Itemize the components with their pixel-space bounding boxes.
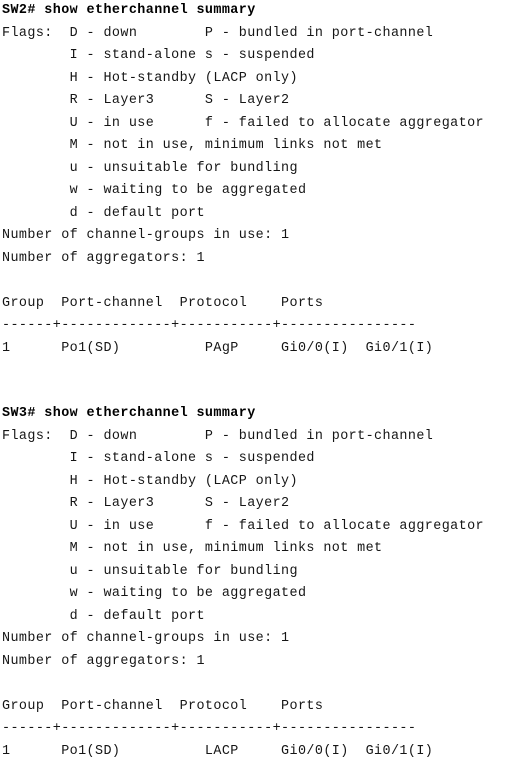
table-separator-row: ------+-------------+-----------+-------… <box>2 718 515 741</box>
cli-text-sw2: SW2# show etherchannel summaryFlags: D -… <box>0 0 515 360</box>
table-row: 1 Po1(SD) LACP Gi0/0(I) Gi0/1(I) <box>2 741 515 763</box>
flags-line-i: I - stand-alone s - suspended <box>2 45 515 68</box>
blank-line <box>2 270 515 293</box>
flags-line-d: Flags: D - down P - bundled in port-chan… <box>2 23 515 46</box>
aggregators-line: Number of aggregators: 1 <box>2 248 515 271</box>
channel-groups-in-use-line: Number of channel-groups in use: 1 <box>2 225 515 248</box>
flags-line-u-lower: u - unsuitable for bundling <box>2 561 515 584</box>
cli-block-sw3: SW3# show etherchannel summaryFlags: D -… <box>0 403 515 763</box>
flags-line-m: M - not in use, minimum links not met <box>2 538 515 561</box>
cli-text-sw3: SW3# show etherchannel summaryFlags: D -… <box>0 403 515 763</box>
flags-line-w: w - waiting to be aggregated <box>2 180 515 203</box>
channel-groups-in-use-line: Number of channel-groups in use: 1 <box>2 628 515 651</box>
flags-line-d: Flags: D - down P - bundled in port-chan… <box>2 426 515 449</box>
flags-line-d-lower: d - default port <box>2 203 515 226</box>
flags-line-u-upper: U - in use f - failed to allocate aggreg… <box>2 516 515 539</box>
cli-block-sw2: SW2# show etherchannel summaryFlags: D -… <box>0 0 515 360</box>
aggregators-line: Number of aggregators: 1 <box>2 651 515 674</box>
flags-line-u-lower: u - unsuitable for bundling <box>2 158 515 181</box>
flags-line-h: H - Hot-standby (LACP only) <box>2 68 515 91</box>
flags-line-m: M - not in use, minimum links not met <box>2 135 515 158</box>
table-row: 1 Po1(SD) PAgP Gi0/0(I) Gi0/1(I) <box>2 338 515 361</box>
table-header-row: Group Port-channel Protocol Ports <box>2 696 515 719</box>
flags-line-d-lower: d - default port <box>2 606 515 629</box>
blank-line <box>2 673 515 696</box>
terminal-output: SW2# show etherchannel summaryFlags: D -… <box>0 0 515 756</box>
flags-line-i: I - stand-alone s - suspended <box>2 448 515 471</box>
flags-line-h: H - Hot-standby (LACP only) <box>2 471 515 494</box>
table-header-row: Group Port-channel Protocol Ports <box>2 293 515 316</box>
flags-line-r: R - Layer3 S - Layer2 <box>2 90 515 113</box>
prompt-line-sw3: SW3# show etherchannel summary <box>2 403 515 426</box>
flags-line-r: R - Layer3 S - Layer2 <box>2 493 515 516</box>
table-separator-row: ------+-------------+-----------+-------… <box>2 315 515 338</box>
prompt-line-sw2: SW2# show etherchannel summary <box>2 0 515 23</box>
flags-line-w: w - waiting to be aggregated <box>2 583 515 606</box>
flags-line-u-upper: U - in use f - failed to allocate aggreg… <box>2 113 515 136</box>
